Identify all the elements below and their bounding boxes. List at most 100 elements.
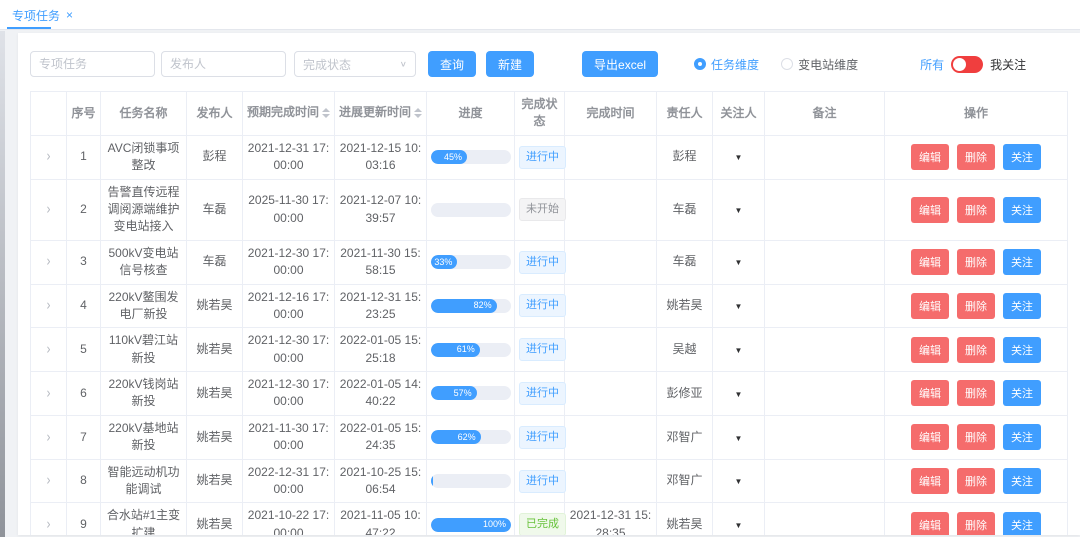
edit-button[interactable]: 编辑 [911, 337, 949, 363]
sort-descending-icon[interactable] [414, 114, 422, 122]
toggle-knob [953, 58, 966, 71]
column-header-label: 责任人 [666, 106, 702, 120]
progress-bar-fill: 82% [431, 299, 497, 313]
column-header-label: 预期完成时间 [247, 106, 319, 120]
follow-button[interactable]: 关注 [1003, 424, 1041, 450]
edit-button[interactable]: 编辑 [911, 144, 949, 170]
status-select[interactable]: 完成状态 ∨ [294, 51, 416, 77]
follow-button[interactable]: 关注 [1003, 293, 1041, 319]
expand-row-icon[interactable]: › [47, 339, 51, 360]
table-cell: 车磊 [187, 240, 243, 284]
query-button[interactable]: 查询 [428, 51, 476, 77]
expand-row-icon[interactable]: › [47, 427, 51, 448]
follow-toggle[interactable] [951, 56, 983, 73]
follow-button[interactable]: 关注 [1003, 197, 1041, 223]
sort-caret-icon[interactable] [322, 104, 330, 122]
table-row: ›4220kV鳌围发电厂新投姚若昊2021-12-16 17:00:002021… [31, 284, 1068, 328]
follower-dropdown-icon[interactable]: ▼ [735, 390, 743, 399]
edit-button[interactable]: 编辑 [911, 249, 949, 275]
expand-row-icon[interactable]: › [47, 199, 51, 220]
table-cell: › [31, 503, 67, 535]
table-cell: ▼ [713, 284, 765, 328]
table-body: ›1AVC闭锁事项整改彭程2021-12-31 17:00:002021-12-… [31, 135, 1068, 535]
expand-row-icon[interactable]: › [47, 383, 51, 404]
table-cell: 5 [67, 328, 101, 372]
follower-dropdown-icon[interactable]: ▼ [735, 258, 743, 267]
task-name: 合水站#1主变扩建 [107, 508, 180, 535]
tab-bar: 专项任务 × [0, 0, 1080, 30]
table-cell [765, 372, 885, 416]
tab-close-icon[interactable]: × [66, 8, 73, 22]
delete-button[interactable]: 删除 [957, 424, 995, 450]
sort-caret-icon[interactable] [414, 104, 422, 122]
sort-descending-icon[interactable] [322, 114, 330, 122]
edit-button[interactable]: 编辑 [911, 380, 949, 406]
table-cell: 姚若昊 [657, 284, 713, 328]
sort-ascending-icon[interactable] [322, 104, 330, 112]
column-header: 关注人 [713, 92, 765, 136]
delete-button[interactable]: 删除 [957, 249, 995, 275]
table-row: ›5110kV碧江站新投姚若昊2021-12-30 17:00:002022-0… [31, 328, 1068, 372]
expand-row-icon[interactable]: › [47, 252, 51, 273]
task-name: 220kV鳌围发电厂新投 [108, 290, 178, 321]
follow-button[interactable]: 关注 [1003, 380, 1041, 406]
edit-button[interactable]: 编辑 [911, 424, 949, 450]
table-cell: ▼ [713, 328, 765, 372]
column-header: 任务名称 [101, 92, 187, 136]
follower-dropdown-icon[interactable]: ▼ [735, 206, 743, 215]
table-cell [565, 179, 657, 240]
follow-button[interactable]: 关注 [1003, 337, 1041, 363]
follower-dropdown-icon[interactable]: ▼ [735, 302, 743, 311]
follower-dropdown-icon[interactable]: ▼ [735, 434, 743, 443]
delete-button[interactable]: 删除 [957, 337, 995, 363]
follow-filter: 所有 我关注 [920, 56, 1026, 73]
create-button[interactable]: 新建 [486, 51, 534, 77]
radio-substation-dimension[interactable]: 变电站维度 [781, 56, 858, 73]
delete-button[interactable]: 删除 [957, 468, 995, 494]
progress-bar: 61% [431, 343, 511, 357]
follow-button[interactable]: 关注 [1003, 249, 1041, 275]
follower-dropdown-icon[interactable]: ▼ [735, 346, 743, 355]
delete-button[interactable]: 删除 [957, 144, 995, 170]
sort-ascending-icon[interactable] [414, 104, 422, 112]
table-cell [565, 459, 657, 503]
finish-time: 2021-12-31 15:28:35 [570, 508, 651, 535]
expand-row-icon[interactable]: › [47, 514, 51, 535]
radio-task-dimension[interactable]: 任务维度 [694, 56, 759, 73]
tab-special-tasks[interactable]: 专项任务 × [8, 0, 77, 30]
delete-button[interactable]: 删除 [957, 512, 995, 535]
edit-button[interactable]: 编辑 [911, 197, 949, 223]
column-header[interactable]: 进展更新时间 [335, 92, 427, 136]
progress-bar-fill [431, 474, 433, 488]
publisher-input[interactable] [161, 51, 286, 77]
task-name: 告警直传远程调阅源端维护变电站接入 [107, 185, 179, 234]
edit-button[interactable]: 编辑 [911, 512, 949, 535]
follower-dropdown-icon[interactable]: ▼ [735, 477, 743, 486]
edit-button[interactable]: 编辑 [911, 293, 949, 319]
expand-row-icon[interactable]: › [47, 147, 51, 168]
delete-button[interactable]: 删除 [957, 293, 995, 319]
expand-row-icon[interactable]: › [47, 471, 51, 492]
follow-button[interactable]: 关注 [1003, 468, 1041, 494]
table-cell: 编辑删除关注 [885, 284, 1068, 328]
table-cell: 2021-11-30 15:58:15 [335, 240, 427, 284]
publisher: 姚若昊 [196, 386, 232, 400]
column-header[interactable]: 预期完成时间 [243, 92, 335, 136]
row-index: 5 [80, 342, 87, 356]
export-excel-button[interactable]: 导出excel [582, 51, 658, 77]
follower-dropdown-icon[interactable]: ▼ [735, 153, 743, 162]
expand-row-icon[interactable]: › [47, 295, 51, 316]
table-cell: 2021-10-22 17:00:00 [243, 503, 335, 535]
follower-dropdown-icon[interactable]: ▼ [735, 521, 743, 530]
edit-button[interactable]: 编辑 [911, 468, 949, 494]
follow-button[interactable]: 关注 [1003, 512, 1041, 535]
row-index: 8 [80, 473, 87, 487]
follow-button[interactable]: 关注 [1003, 144, 1041, 170]
delete-button[interactable]: 删除 [957, 380, 995, 406]
table-cell: › [31, 240, 67, 284]
delete-button[interactable]: 删除 [957, 197, 995, 223]
task-name-input[interactable] [30, 51, 155, 77]
progress-bar [431, 474, 511, 488]
progress-update-time: 2021-12-31 15:23:25 [340, 290, 421, 321]
task-table: 序号任务名称发布人预期完成时间进展更新时间进度完成状态完成时间责任人关注人备注操… [30, 91, 1068, 535]
